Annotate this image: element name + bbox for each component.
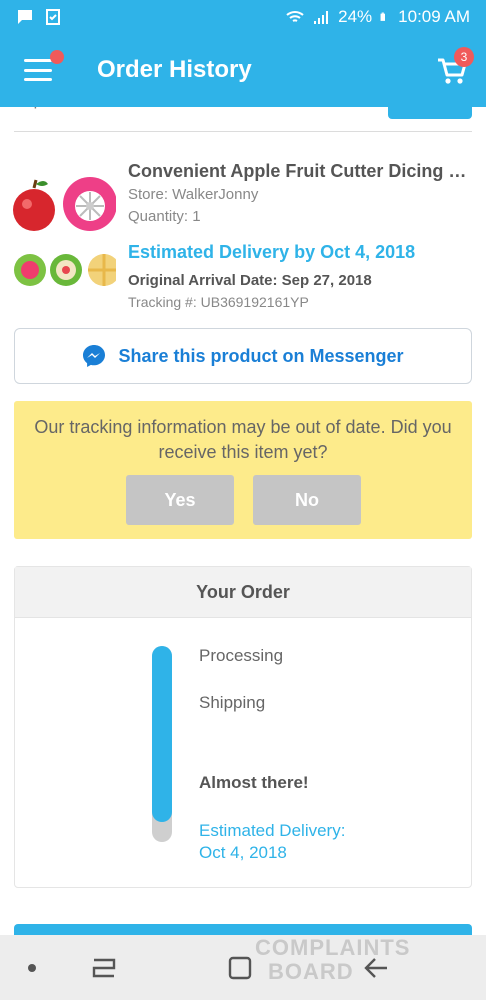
clock: 10:09 AM <box>398 6 470 26</box>
battery-icon <box>380 12 386 21</box>
recent-apps-icon <box>92 958 116 978</box>
product-store: Store: WalkerJonny <box>128 186 259 203</box>
menu-button[interactable] <box>24 50 64 81</box>
wifi-icon <box>286 10 304 22</box>
tracking-number: Tracking #: UB369192161YP <box>128 294 309 310</box>
cart-count-badge: 3 <box>454 47 474 67</box>
order-progress-header: Your Order <box>15 567 471 618</box>
status-bar: 24% 10:09 AM <box>0 0 486 33</box>
watermark-line2: BOARD <box>268 959 354 984</box>
divider <box>14 131 472 132</box>
app-bar: Order History 3 <box>0 33 486 107</box>
share-label: Share this product on Messenger <box>118 345 404 366</box>
cart-button[interactable]: 3 <box>436 47 474 87</box>
step-almost-there: Almost there! <box>199 773 309 792</box>
step-shipping: Shipping <box>199 693 266 712</box>
product-quantity: Quantity: 1 <box>128 208 201 225</box>
signal-icon <box>314 10 329 24</box>
home-icon <box>228 956 252 980</box>
recent-apps-button[interactable] <box>90 955 118 981</box>
original-arrival-date: Original Arrival Date: Sep 27, 2018 <box>128 272 372 289</box>
no-button[interactable]: No <box>253 475 361 525</box>
progress-fill <box>152 646 172 822</box>
order-progress-card: Your Order Processing Shipping Almost th… <box>14 566 472 888</box>
step-processing: Processing <box>199 646 284 665</box>
messenger-icon <box>83 345 106 367</box>
watermark-line1: COMPLAINTS <box>255 935 411 960</box>
step-eta-label: Estimated Delivery: <box>199 821 346 840</box>
menu-notification-dot <box>50 50 64 64</box>
previous-order-button[interactable] <box>388 107 472 119</box>
share-messenger-button[interactable]: Share this product on Messenger <box>14 328 472 384</box>
estimated-delivery: Estimated Delivery by Oct 4, 2018 <box>128 242 416 262</box>
home-button[interactable] <box>226 955 254 981</box>
step-eta-date: Oct 4, 2018 <box>199 843 287 862</box>
product-thumbnail[interactable] <box>12 164 116 298</box>
product-name[interactable]: Convenient Apple Fruit Cutter Dicing P..… <box>128 161 472 182</box>
clipboard-check-icon <box>46 8 60 25</box>
dot-icon <box>28 964 36 972</box>
battery-percent: 24% <box>338 6 373 26</box>
menu-icon <box>24 59 52 62</box>
alert-message: Our tracking information may be out of d… <box>34 417 452 462</box>
status-notifications <box>16 8 62 25</box>
system-nav-bar <box>0 935 486 1000</box>
message-icon <box>18 9 32 24</box>
nav-dot-button[interactable] <box>18 955 46 981</box>
progress-track <box>152 646 172 842</box>
tracking-alert: Our tracking information may be out of d… <box>14 401 472 539</box>
yes-button[interactable]: Yes <box>126 475 234 525</box>
page-title: Order History <box>97 56 252 83</box>
